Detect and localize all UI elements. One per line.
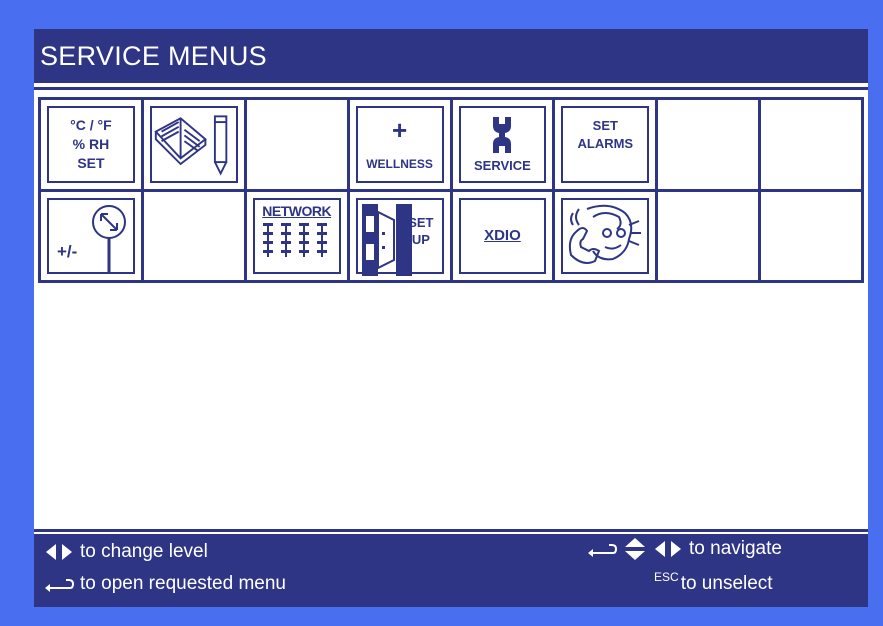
setup-up-label: UP — [411, 231, 430, 247]
offset-label: +/- — [57, 242, 78, 261]
xdio-label: XDIO — [484, 227, 521, 245]
help-navigate: to navigate — [587, 537, 782, 561]
sensor-probe-icon — [91, 204, 126, 274]
wellness-label: WELLNESS — [366, 157, 433, 172]
tile-offset-frame: +/- — [47, 197, 135, 274]
divider — [34, 529, 868, 532]
help-change-level-text: to change level — [80, 541, 208, 562]
left-right-arrows-icon — [44, 543, 74, 561]
tile-service[interactable]: SERVICE — [452, 100, 553, 189]
left-right-arrows-icon — [653, 540, 683, 558]
page-title: SERVICE MENUS — [34, 29, 868, 83]
device-frame: SERVICE MENUS °C / °F % RH SET + WELLNES… — [0, 0, 883, 626]
tile-offset[interactable]: +/- — [41, 191, 141, 280]
units-temperature-label: °C / °F — [70, 116, 112, 133]
open-book-pencil-icon — [154, 115, 228, 176]
help-navigate-text: to navigate — [689, 538, 782, 559]
help-open-menu-text: to open requested menu — [80, 573, 286, 594]
display-screen: SERVICE MENUS °C / °F % RH SET + WELLNES… — [34, 29, 868, 607]
tile-service-frame: SERVICE — [458, 106, 547, 183]
help-unselect: ESC to unselect — [654, 570, 773, 595]
tile-set-alarms[interactable]: SET ALARMS — [555, 100, 656, 189]
tile-empty[interactable] — [761, 191, 861, 280]
menu-grid: °C / °F % RH SET + WELLNESS SERVICE SET … — [38, 97, 864, 283]
tile-setup[interactable]: SET UP — [349, 191, 450, 280]
tile-units-frame: °C / °F % RH SET — [47, 106, 135, 183]
tile-alarms-frame: SET ALARMS — [561, 106, 650, 183]
wellness-plus-icon: + — [391, 115, 408, 146]
service-label: SERVICE — [474, 157, 531, 173]
technician-phone-icon — [569, 204, 642, 264]
tile-wellness[interactable]: + WELLNESS — [349, 100, 450, 189]
help-bar: to change level to open requested menu t… — [34, 534, 868, 607]
enter-arrow-icon — [44, 575, 74, 593]
up-down-arrows-icon — [623, 537, 647, 561]
tile-empty[interactable] — [658, 191, 759, 280]
enter-arrow-icon — [587, 540, 617, 558]
network-nodes-icon — [262, 222, 327, 257]
tile-network[interactable]: NETWORK — [246, 191, 347, 280]
tile-xdio-frame: XDIO — [458, 197, 547, 274]
setup-set-label: SET — [408, 214, 434, 230]
tile-support[interactable] — [555, 191, 656, 280]
door-icon — [361, 203, 412, 276]
divider — [34, 87, 868, 90]
tile-empty[interactable] — [246, 100, 347, 189]
tile-manual[interactable] — [143, 100, 244, 189]
tile-setup-frame: SET UP — [355, 197, 444, 276]
tile-units-setpoint[interactable]: °C / °F % RH SET — [41, 100, 141, 189]
help-unselect-text: to unselect — [680, 573, 773, 594]
units-set-label: SET — [77, 154, 105, 171]
alarms-label: ALARMS — [577, 136, 634, 152]
alarms-set-label: SET — [592, 118, 618, 134]
setup-label-group: SET UP — [408, 214, 433, 248]
tile-wellness-frame: + WELLNESS — [355, 106, 444, 183]
help-change-level: to change level — [44, 541, 208, 563]
tile-empty[interactable] — [761, 100, 861, 189]
network-label: NETWORK — [262, 202, 332, 219]
tile-manual-frame — [149, 106, 238, 183]
tile-empty[interactable] — [658, 100, 759, 189]
esc-key-label: ESC — [654, 570, 679, 584]
tile-empty[interactable] — [143, 191, 244, 280]
help-open-menu: to open requested menu — [44, 573, 286, 595]
tile-network-frame: NETWORK — [252, 197, 341, 274]
tile-support-frame — [561, 197, 650, 274]
wrench-icon — [493, 116, 512, 153]
units-humidity-label: % RH — [72, 135, 110, 152]
tile-xdio[interactable]: XDIO — [452, 191, 553, 280]
